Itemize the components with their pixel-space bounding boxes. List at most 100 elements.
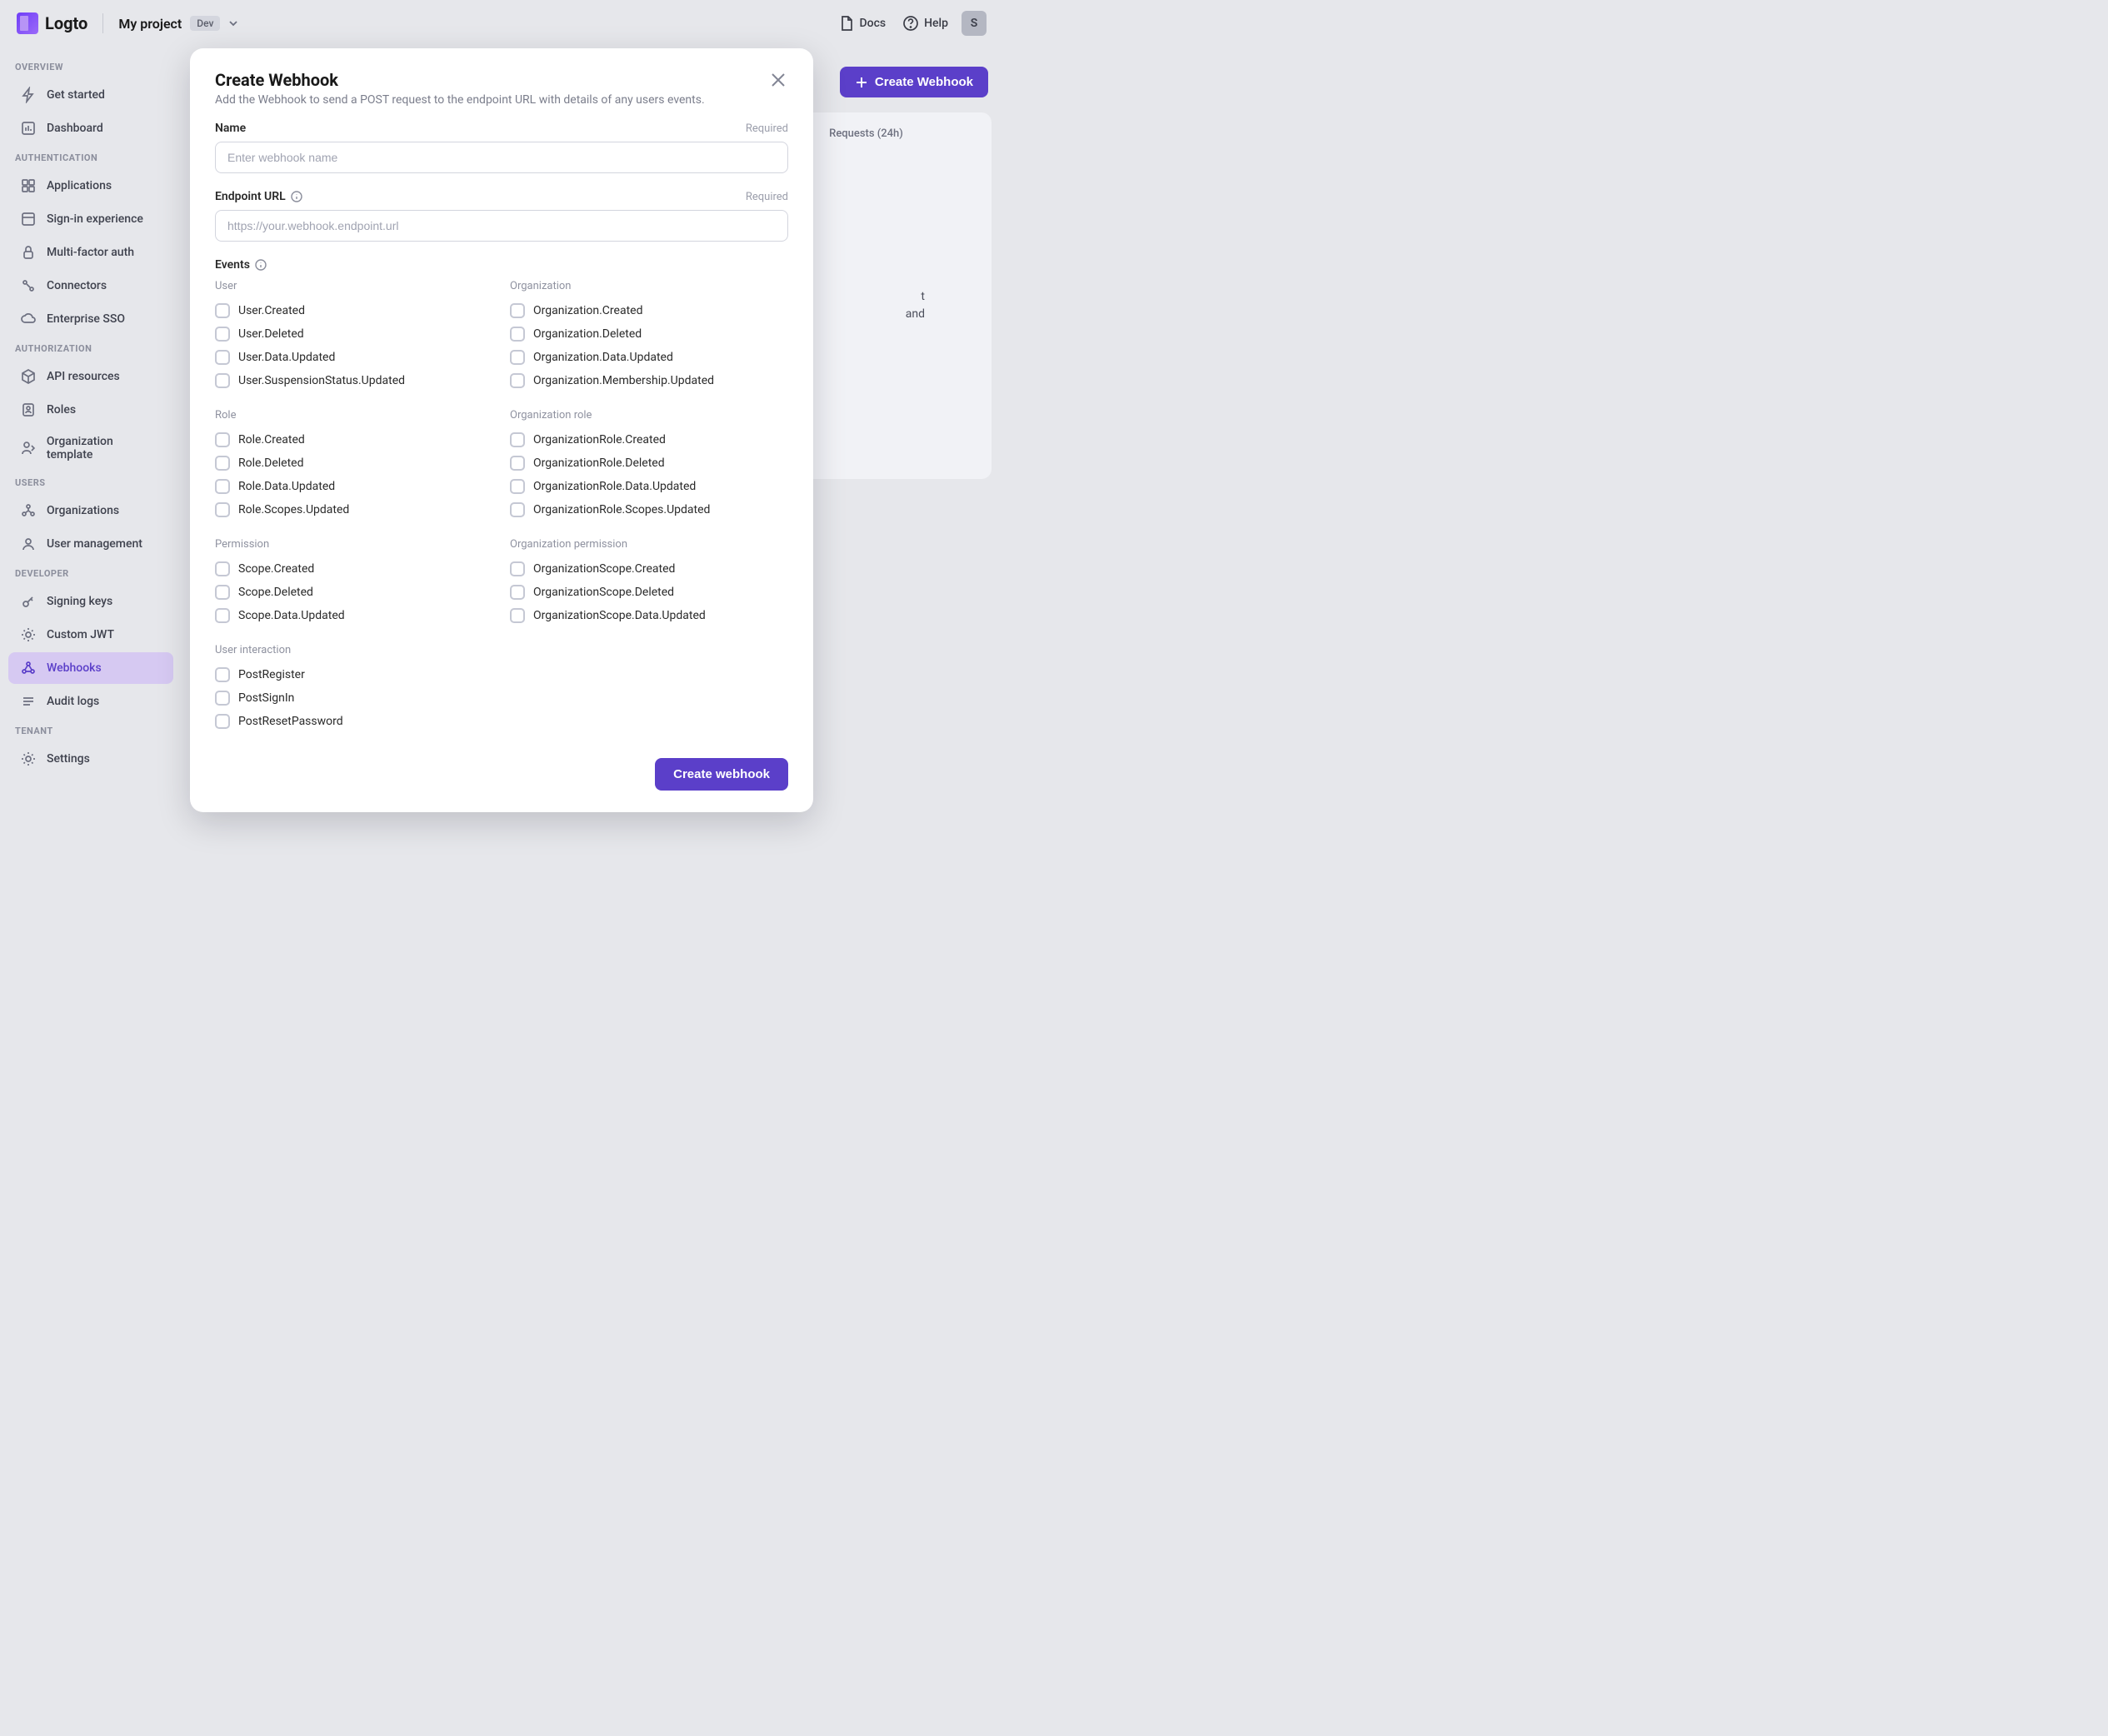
checkbox-icon xyxy=(510,608,525,623)
checkbox-icon xyxy=(510,373,525,388)
group-title-org-role: Organization role xyxy=(510,409,788,422)
endpoint-required: Required xyxy=(746,191,788,203)
create-webhook-modal: Create Webhook Add the Webhook to send a… xyxy=(190,48,813,812)
checkbox-icon xyxy=(510,303,525,318)
checkbox-scope-deleted[interactable]: Scope.Deleted xyxy=(215,581,493,604)
checkbox-label: User.Created xyxy=(238,304,305,317)
checkbox-icon xyxy=(215,608,230,623)
checkbox-label: OrganizationRole.Data.Updated xyxy=(533,480,696,493)
checkbox-icon xyxy=(510,456,525,471)
checkbox-orgrole-deleted[interactable]: OrganizationRole.Deleted xyxy=(510,451,788,475)
checkbox-label: OrganizationRole.Scopes.Updated xyxy=(533,503,710,516)
checkbox-icon xyxy=(215,350,230,365)
checkbox-orgrole-scopes[interactable]: OrganizationRole.Scopes.Updated xyxy=(510,498,788,521)
checkbox-user-deleted[interactable]: User.Deleted xyxy=(215,322,493,346)
checkbox-label: Organization.Created xyxy=(533,304,642,317)
checkbox-org-created[interactable]: Organization.Created xyxy=(510,299,788,322)
checkbox-icon xyxy=(215,303,230,318)
checkbox-icon xyxy=(510,479,525,494)
checkbox-label: PostRegister xyxy=(238,668,305,681)
name-label: Name xyxy=(215,122,246,135)
checkbox-icon xyxy=(510,350,525,365)
group-title-role: Role xyxy=(215,409,493,422)
checkbox-user-data-updated[interactable]: User.Data.Updated xyxy=(215,346,493,369)
checkbox-role-created[interactable]: Role.Created xyxy=(215,428,493,451)
checkbox-role-scopes[interactable]: Role.Scopes.Updated xyxy=(215,498,493,521)
checkbox-icon xyxy=(215,585,230,600)
checkbox-label: OrganizationScope.Created xyxy=(533,562,675,576)
checkbox-icon xyxy=(215,667,230,682)
event-group-role: Role Role.Created Role.Deleted Role.Data… xyxy=(215,409,493,521)
checkbox-icon xyxy=(215,456,230,471)
info-icon[interactable] xyxy=(291,191,302,202)
checkbox-label: PostResetPassword xyxy=(238,715,343,728)
name-required: Required xyxy=(746,122,788,135)
endpoint-label-text: Endpoint URL xyxy=(215,190,286,203)
checkbox-label: Organization.Deleted xyxy=(533,327,642,341)
event-group-user: User User.Created User.Deleted User.Data… xyxy=(215,280,493,392)
checkbox-orgrole-created[interactable]: OrganizationRole.Created xyxy=(510,428,788,451)
checkbox-icon xyxy=(510,561,525,576)
events-grid: User User.Created User.Deleted User.Data… xyxy=(215,280,788,743)
checkbox-orgscope-deleted[interactable]: OrganizationScope.Deleted xyxy=(510,581,788,604)
checkbox-icon xyxy=(510,432,525,447)
checkbox-icon xyxy=(215,479,230,494)
checkbox-icon xyxy=(510,327,525,342)
checkbox-label: User.Data.Updated xyxy=(238,351,335,364)
checkbox-postresetpassword[interactable]: PostResetPassword xyxy=(215,710,493,733)
event-group-org-role: Organization role OrganizationRole.Creat… xyxy=(510,409,788,521)
checkbox-org-membership[interactable]: Organization.Membership.Updated xyxy=(510,369,788,392)
checkbox-icon xyxy=(215,691,230,706)
event-group-organization: Organization Organization.Created Organi… xyxy=(510,280,788,392)
overlay: Create Webhook Add the Webhook to send a… xyxy=(0,0,1003,826)
checkbox-postregister[interactable]: PostRegister xyxy=(215,663,493,686)
submit-button[interactable]: Create webhook xyxy=(655,758,788,791)
checkbox-orgscope-created[interactable]: OrganizationScope.Created xyxy=(510,557,788,581)
checkbox-org-deleted[interactable]: Organization.Deleted xyxy=(510,322,788,346)
checkbox-role-deleted[interactable]: Role.Deleted xyxy=(215,451,493,475)
checkbox-label: PostSignIn xyxy=(238,691,294,705)
checkbox-icon xyxy=(215,502,230,517)
checkbox-postsignin[interactable]: PostSignIn xyxy=(215,686,493,710)
checkbox-label: Role.Created xyxy=(238,433,305,446)
modal-subtitle: Add the Webhook to send a POST request t… xyxy=(215,93,705,107)
modal-footer: Create webhook xyxy=(215,758,788,791)
checkbox-label: OrganizationScope.Data.Updated xyxy=(533,609,706,622)
checkbox-label: Organization.Data.Updated xyxy=(533,351,673,364)
endpoint-input[interactable] xyxy=(215,210,788,242)
checkbox-label: Role.Data.Updated xyxy=(238,480,335,493)
checkbox-scope-created[interactable]: Scope.Created xyxy=(215,557,493,581)
checkbox-label: OrganizationRole.Deleted xyxy=(533,456,665,470)
info-icon[interactable] xyxy=(255,259,267,271)
checkbox-label: OrganizationRole.Created xyxy=(533,433,666,446)
checkbox-orgscope-data-updated[interactable]: OrganizationScope.Data.Updated xyxy=(510,604,788,627)
checkbox-icon xyxy=(510,502,525,517)
checkbox-label: Scope.Created xyxy=(238,562,314,576)
checkbox-scope-data-updated[interactable]: Scope.Data.Updated xyxy=(215,604,493,627)
checkbox-label: Scope.Deleted xyxy=(238,586,313,599)
checkbox-role-data-updated[interactable]: Role.Data.Updated xyxy=(215,475,493,498)
events-label: Events xyxy=(215,258,788,272)
group-title-user: User xyxy=(215,280,493,292)
checkbox-user-created[interactable]: User.Created xyxy=(215,299,493,322)
group-title-permission: Permission xyxy=(215,538,493,551)
field-endpoint: Endpoint URL Required xyxy=(215,190,788,242)
event-group-org-permission: Organization permission OrganizationScop… xyxy=(510,538,788,627)
checkbox-label: Organization.Membership.Updated xyxy=(533,374,714,387)
checkbox-orgrole-data-updated[interactable]: OrganizationRole.Data.Updated xyxy=(510,475,788,498)
group-title-user-interaction: User interaction xyxy=(215,644,493,656)
events-label-text: Events xyxy=(215,258,250,272)
endpoint-label: Endpoint URL xyxy=(215,190,302,203)
name-input[interactable] xyxy=(215,142,788,173)
close-icon[interactable] xyxy=(768,70,788,90)
checkbox-label: Scope.Data.Updated xyxy=(238,609,345,622)
checkbox-label: Role.Scopes.Updated xyxy=(238,503,349,516)
checkbox-icon xyxy=(215,373,230,388)
checkbox-user-suspension[interactable]: User.SuspensionStatus.Updated xyxy=(215,369,493,392)
checkbox-org-data-updated[interactable]: Organization.Data.Updated xyxy=(510,346,788,369)
checkbox-icon xyxy=(510,585,525,600)
checkbox-icon xyxy=(215,714,230,729)
group-title-org: Organization xyxy=(510,280,788,292)
checkbox-icon xyxy=(215,561,230,576)
checkbox-icon xyxy=(215,432,230,447)
